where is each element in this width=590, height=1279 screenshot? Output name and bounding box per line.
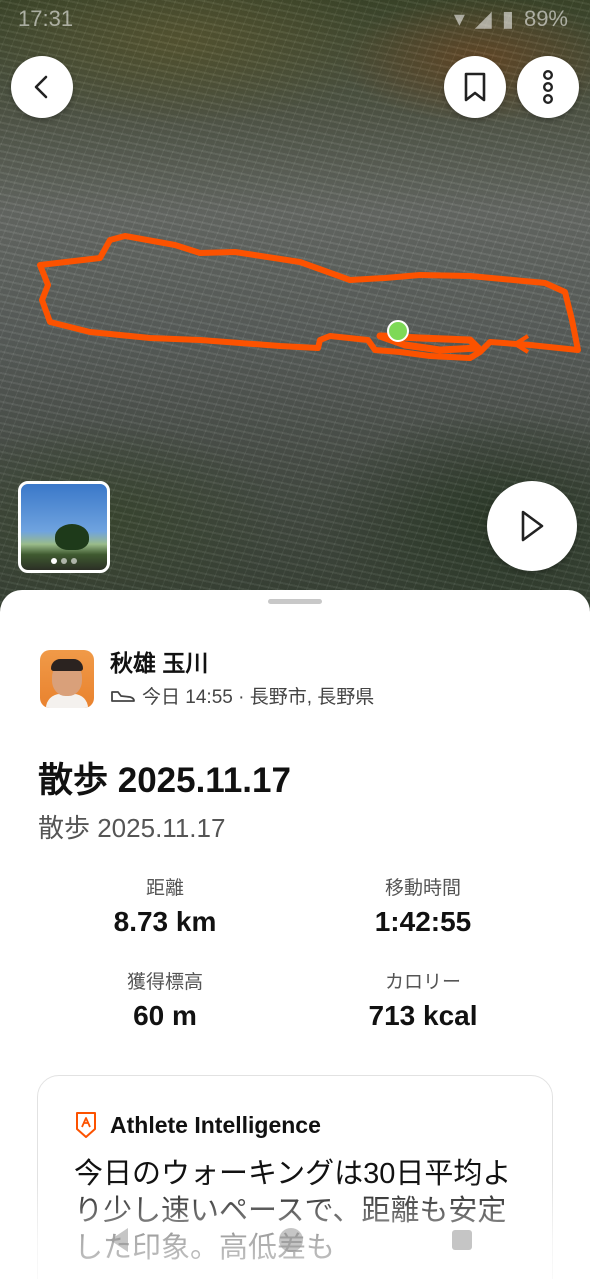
nav-back-icon[interactable] xyxy=(110,1228,128,1252)
activity-sheet[interactable]: 秋雄 玉川 今日 14:55 · 長野市, 長野県 散歩 2025.11.17 … xyxy=(0,590,590,1279)
bookmark-button[interactable] xyxy=(444,56,506,118)
play-icon xyxy=(521,510,544,542)
signal-icon: ◢ xyxy=(474,6,492,31)
more-options-button[interactable] xyxy=(517,56,579,118)
bookmark-icon xyxy=(464,72,486,102)
stat-label: カロリー xyxy=(384,972,461,993)
stat-value: 713 kcal xyxy=(368,1000,478,1031)
athlete-intelligence-icon xyxy=(76,1112,96,1138)
activity-title: 散歩 2025.11.17 xyxy=(38,761,291,800)
activity-description: 散歩 2025.11.17 xyxy=(38,813,226,843)
stat-value: 8.73 km xyxy=(113,906,217,937)
wifi-icon: ▾ xyxy=(453,6,465,31)
route-map[interactable]: 17:31 ▾ ◢ ▮ 89% xyxy=(0,0,590,610)
battery-icon: ▮ xyxy=(501,6,514,31)
stat-label: 獲得標高 xyxy=(126,972,203,993)
more-vertical-icon xyxy=(543,70,553,104)
route-line xyxy=(37,233,581,361)
play-flyover-button[interactable] xyxy=(487,481,577,571)
avatar[interactable] xyxy=(40,649,94,708)
athlete-header[interactable]: 秋雄 玉川 今日 14:55 · 長野市, 長野県 xyxy=(40,648,374,709)
stat-label: 距離 xyxy=(145,878,184,899)
activity-meta: 今日 14:55 · 長野市, 長野県 xyxy=(142,687,375,708)
pager-dot xyxy=(61,558,67,564)
stat-label: 移動時間 xyxy=(384,878,461,899)
system-navigation-bar xyxy=(0,1222,590,1262)
status-bar: 17:31 ▾ ◢ ▮ 89% xyxy=(0,0,590,38)
nav-home-icon[interactable] xyxy=(279,1228,303,1252)
avatar-hair xyxy=(51,658,83,671)
battery-level: 89% xyxy=(523,6,568,31)
photo-tree xyxy=(55,524,89,550)
stat-value: 60 m xyxy=(133,1000,197,1031)
stat-calories: カロリー 713 kcal xyxy=(293,970,553,1032)
stat-moving-time: 移動時間 1:42:55 xyxy=(293,876,553,938)
nav-recents-icon[interactable] xyxy=(452,1230,472,1250)
shoe-icon xyxy=(111,690,135,702)
pager-dot xyxy=(51,558,57,564)
status-time: 17:31 xyxy=(18,6,74,31)
athlete-name[interactable]: 秋雄 玉川 xyxy=(110,648,374,678)
chevron-left-icon xyxy=(34,75,48,99)
back-button[interactable] xyxy=(11,56,73,118)
pager-dot xyxy=(71,558,77,564)
photo-pager-dots xyxy=(21,558,107,564)
stat-value: 1:42:55 xyxy=(374,906,472,937)
stat-distance: 距離 8.73 km xyxy=(35,876,295,938)
drag-handle[interactable] xyxy=(268,599,322,604)
stat-elevation-gain: 獲得標高 60 m xyxy=(35,970,295,1032)
photo-thumbnail[interactable] xyxy=(18,481,110,573)
avatar-shirt xyxy=(46,693,88,708)
start-marker xyxy=(387,320,409,342)
athlete-intelligence-title: Athlete Intelligence xyxy=(110,1111,321,1138)
